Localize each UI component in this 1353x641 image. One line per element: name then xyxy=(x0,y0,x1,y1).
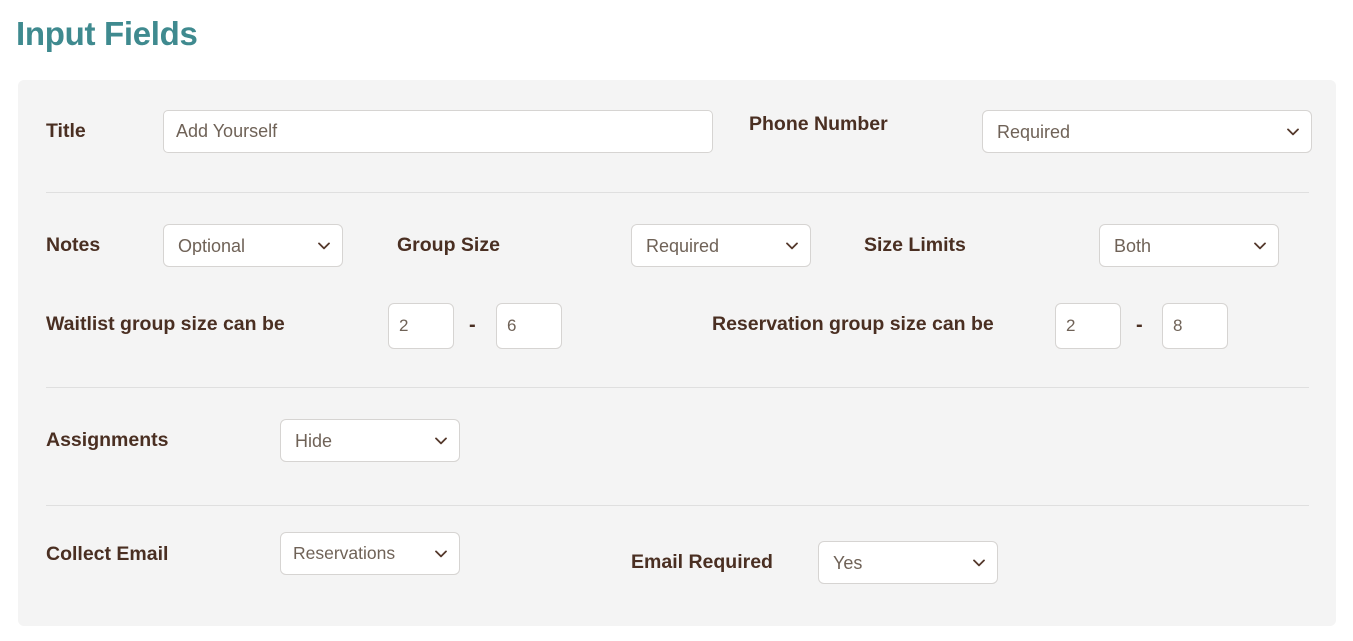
assignments-select-wrapper[interactable]: Hide xyxy=(280,419,460,462)
title-label: Title xyxy=(46,120,86,142)
assignments-select[interactable]: Hide xyxy=(281,420,459,461)
notes-select[interactable]: Optional xyxy=(164,225,342,266)
divider-3 xyxy=(46,505,1309,506)
assignments-label: Assignments xyxy=(46,429,169,451)
group-size-label: Group Size xyxy=(397,234,500,256)
input-fields-panel: Title Phone Number Required Notes Option… xyxy=(18,80,1336,626)
input-fields-page: Input Fields Title Phone Number Required… xyxy=(0,0,1353,641)
phone-number-select[interactable]: Required xyxy=(983,111,1311,152)
group-size-select[interactable]: Required xyxy=(632,225,810,266)
email-required-select[interactable]: Yes xyxy=(819,542,997,583)
reservation-range-separator: - xyxy=(1136,314,1143,336)
group-size-select-wrapper[interactable]: Required xyxy=(631,224,811,267)
size-limits-select[interactable]: Both xyxy=(1100,225,1278,266)
waitlist-range-separator: - xyxy=(469,314,476,336)
notes-select-wrapper[interactable]: Optional xyxy=(163,224,343,267)
collect-email-select[interactable]: Reservations xyxy=(281,533,459,574)
divider-1 xyxy=(46,192,1309,193)
collect-email-label: Collect Email xyxy=(46,543,169,565)
waitlist-group-size-min-input[interactable] xyxy=(388,303,454,349)
title-input[interactable] xyxy=(163,110,713,153)
reservation-group-size-min-input[interactable] xyxy=(1055,303,1121,349)
divider-2 xyxy=(46,387,1309,388)
notes-label: Notes xyxy=(46,234,101,256)
size-limits-select-wrapper[interactable]: Both xyxy=(1099,224,1279,267)
page-title: Input Fields xyxy=(16,15,198,52)
phone-number-select-wrapper[interactable]: Required xyxy=(982,110,1312,153)
reservation-group-size-max-input[interactable] xyxy=(1162,303,1228,349)
email-required-label: Email Required xyxy=(631,551,773,573)
collect-email-select-wrapper[interactable]: Reservations xyxy=(280,532,460,575)
waitlist-group-size-label: Waitlist group size can be xyxy=(46,313,285,335)
phone-number-label: Phone Number xyxy=(749,113,888,135)
waitlist-group-size-max-input[interactable] xyxy=(496,303,562,349)
reservation-group-size-label: Reservation group size can be xyxy=(712,313,994,335)
size-limits-label: Size Limits xyxy=(864,234,966,256)
email-required-select-wrapper[interactable]: Yes xyxy=(818,541,998,584)
